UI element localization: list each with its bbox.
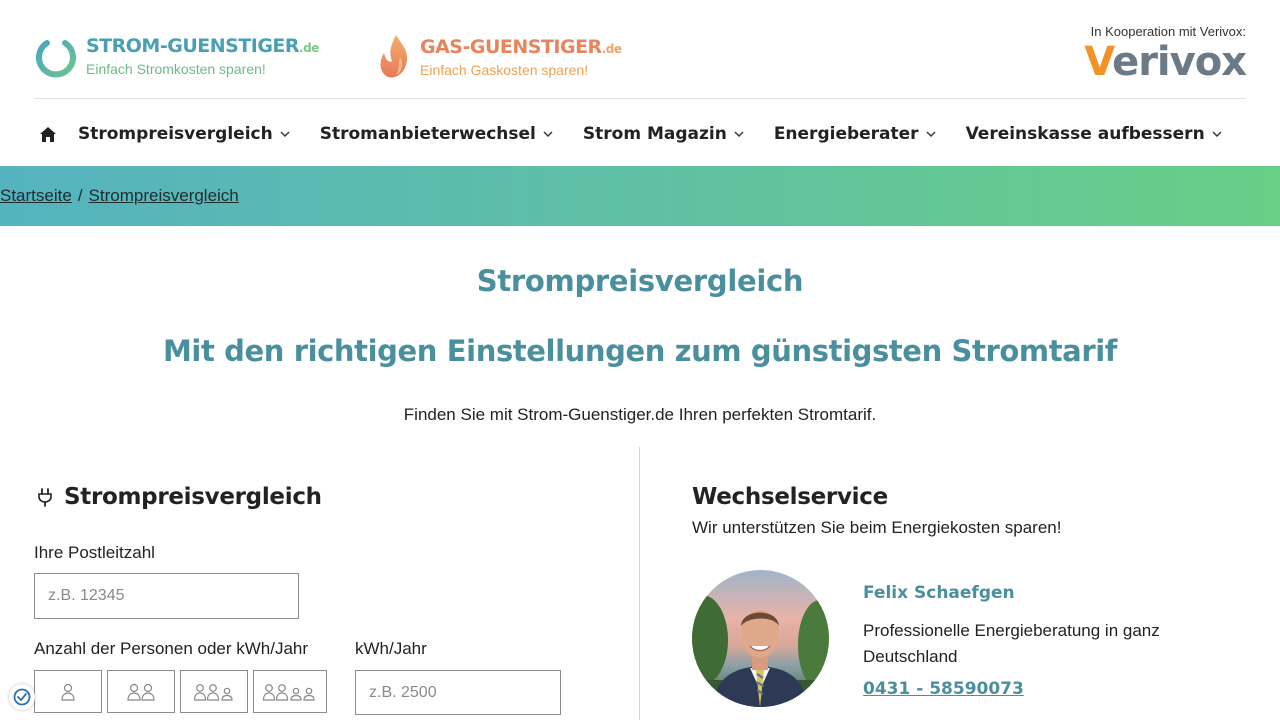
chevron-down-icon — [280, 131, 290, 137]
cookie-consent-badge[interactable] — [9, 684, 35, 710]
nav-item-label: Strompreisvergleich — [78, 124, 273, 144]
nav-item-vereinskasse[interactable]: Vereinskasse aufbessern — [966, 124, 1223, 144]
strom-guenstiger-logo[interactable]: STROM-GUENSTIGER.de Einfach Stromkosten … — [34, 33, 319, 79]
chevron-down-icon — [926, 131, 936, 137]
gas-guenstiger-logo[interactable]: GAS-GUENSTIGER.de Einfach Gaskosten spar… — [376, 33, 622, 81]
logo-strom-name: STROM-GUENSTIGER — [86, 34, 300, 57]
header-divider — [34, 98, 1246, 99]
persons-2-button[interactable] — [107, 670, 175, 713]
breadcrumb-separator: / — [77, 186, 83, 205]
intro-text: Finden Sie mit Strom-Guenstiger.de Ihren… — [403, 405, 877, 424]
kwh-input[interactable] — [355, 670, 561, 715]
page-subtitle: Mit den richtigen Einstellungen zum güns… — [162, 334, 1118, 368]
chevron-down-icon — [734, 131, 744, 137]
breadcrumb-home-link[interactable]: Startseite — [0, 186, 72, 206]
logo-strom-tld: .de — [299, 40, 319, 55]
site-header: STROM-GUENSTIGER.de Einfach Stromkosten … — [0, 0, 1280, 166]
flame-icon — [380, 35, 408, 78]
chevron-down-icon — [543, 131, 553, 137]
kwh-label: kWh/Jahr — [355, 639, 427, 658]
home-icon — [40, 126, 56, 142]
verivox-logo-rest: erivox — [1112, 39, 1247, 85]
chevron-down-icon — [1212, 131, 1222, 137]
nav-item-label: Energieberater — [773, 124, 919, 144]
verivox-logo: Verivox — [1084, 39, 1247, 85]
nav-item-label: Vereinskasse aufbessern — [965, 124, 1205, 144]
plug-icon — [38, 488, 52, 507]
breadcrumb-current-link[interactable]: Strompreisvergleich — [89, 186, 239, 206]
home-link[interactable] — [34, 120, 62, 148]
column-divider — [639, 447, 640, 720]
postcode-input[interactable] — [34, 573, 299, 619]
main-nav: Strompreisvergleich Stromanbieterwechsel… — [34, 110, 1252, 158]
two-persons-icon — [127, 683, 155, 701]
logo-gas-name: GAS-GUENSTIGER — [420, 35, 602, 58]
persons-label: Anzahl der Personen oder kWh/Jahr — [34, 639, 309, 658]
logo-gas-tagline: Einfach Gaskosten sparen! — [420, 61, 589, 78]
breadcrumb: Startseite / Strompreisvergleich — [0, 186, 239, 206]
nav-item-energieberater[interactable]: Energieberater — [774, 124, 937, 144]
verivox-logo-v: V — [1084, 39, 1113, 85]
advisor-phone-link[interactable]: 0431 - 58590073 — [863, 679, 1024, 699]
logo-strom-tagline: Einfach Stromkosten sparen! — [86, 60, 266, 77]
service-title: Wechselservice — [692, 484, 888, 510]
nav-item-strompreisvergleich[interactable]: Strompreisvergleich — [78, 124, 291, 144]
verivox-cooperation[interactable]: In Kooperation mit Verivox: Verivox — [1084, 24, 1247, 85]
persons-4-button[interactable] — [253, 670, 327, 713]
persons-selector — [34, 670, 332, 713]
form-title: Strompreisvergleich — [36, 484, 322, 510]
form-title-text: Strompreisvergleich — [64, 484, 322, 510]
nav-item-stromanbieterwechsel[interactable]: Stromanbieterwechsel — [320, 124, 554, 144]
page-title: Strompreisvergleich — [476, 264, 804, 298]
logo-gas-tld: .de — [601, 41, 622, 56]
advisor-description: Professionelle Energieberatung in ganz D… — [863, 621, 1160, 666]
cooperation-label: In Kooperation mit Verivox: — [1090, 24, 1246, 39]
four-persons-icon — [262, 683, 315, 701]
persons-1-button[interactable] — [34, 670, 102, 713]
person-icon — [61, 683, 75, 701]
power-icon — [36, 33, 76, 78]
shield-check-icon — [13, 688, 31, 706]
three-persons-icon — [193, 683, 233, 701]
postcode-label: Ihre Postleitzahl — [34, 543, 155, 562]
service-subtitle: Wir unterstützen Sie beim Energiekosten … — [692, 518, 1062, 537]
advisor-name: Felix Schaefgen — [863, 583, 1015, 603]
advisor-avatar — [692, 570, 829, 707]
persons-3-button[interactable] — [180, 670, 248, 713]
nav-item-label: Stromanbieterwechsel — [319, 124, 536, 144]
nav-item-label: Strom Magazin — [582, 124, 727, 144]
nav-item-strom-magazin[interactable]: Strom Magazin — [583, 124, 745, 144]
